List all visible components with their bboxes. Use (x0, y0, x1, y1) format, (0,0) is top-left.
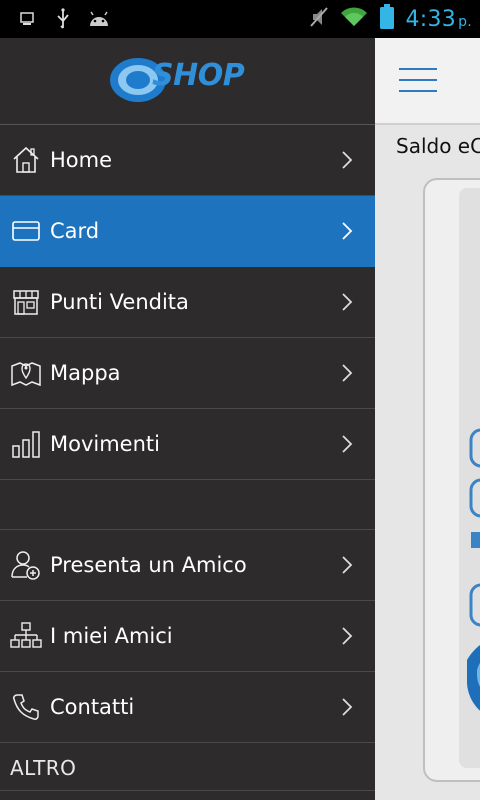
chevron-right-icon (342, 364, 353, 382)
chevron-right-icon (342, 698, 353, 716)
battery-icon (379, 4, 395, 34)
menu-item-mappa[interactable]: Mappa (0, 338, 375, 409)
menu-item-label: Movimenti (50, 432, 160, 456)
menu-item-label: Punti Vendita (50, 290, 189, 314)
section-divider (0, 790, 375, 791)
menu-item-home[interactable]: Home (0, 125, 375, 196)
clock-ampm: p. (458, 13, 472, 30)
menu-item-card[interactable]: Card (0, 196, 375, 267)
home-icon (10, 144, 42, 176)
menu-icon[interactable] (399, 68, 437, 92)
chevron-right-icon (342, 435, 353, 453)
saldo-label: Saldo eC (396, 134, 480, 158)
wifi-icon (339, 6, 369, 32)
menu-item-contatti[interactable]: Contatti (0, 672, 375, 743)
chevron-right-icon (342, 627, 353, 645)
bar-chart-icon (10, 428, 42, 460)
chevron-right-icon (342, 222, 353, 240)
navigation-drawer: SHOP Home Card Punti Vendita Mappa Movim… (0, 38, 375, 800)
menu-item-miei-amici[interactable]: I miei Amici (0, 601, 375, 672)
android-icon (88, 8, 110, 30)
drawer-header: SHOP (0, 38, 375, 125)
clock: 4:33 p. (405, 7, 472, 32)
usb-icon (52, 8, 74, 30)
menu-item-label: Home (50, 148, 113, 172)
menu-item-label: Card (50, 219, 100, 243)
card-icon (10, 215, 42, 247)
chevron-right-icon (342, 293, 353, 311)
menu-item-label: Mappa (50, 361, 121, 385)
network-icon (10, 620, 42, 652)
status-bar: 4:33 p. (0, 0, 480, 38)
menu-item-presenta-amico[interactable]: Presenta un Amico (0, 530, 375, 601)
menu-item-punti-vendita[interactable]: Punti Vendita (0, 267, 375, 338)
chevron-right-icon (342, 556, 353, 574)
phone-icon (10, 691, 42, 723)
map-icon (10, 357, 42, 389)
add-user-icon (10, 549, 42, 581)
storage-icon (16, 8, 38, 30)
menu-item-movimenti[interactable]: Movimenti (0, 409, 375, 480)
store-icon (10, 286, 42, 318)
logo-text: SHOP (152, 58, 245, 93)
menu-item-label: I miei Amici (50, 624, 173, 648)
chevron-right-icon (342, 151, 353, 169)
card-logo-icon (467, 428, 480, 711)
clock-time: 4:33 (405, 6, 457, 32)
menu-spacer (0, 480, 375, 530)
main-content: Saldo eC (375, 38, 480, 800)
top-app-bar (375, 38, 480, 125)
menu-item-label: Presenta un Amico (50, 553, 247, 577)
mute-icon (309, 6, 329, 32)
eshop-logo: SHOP (108, 52, 268, 110)
card-image (423, 178, 480, 782)
section-header-altro: ALTRO (10, 756, 77, 780)
menu-item-label: Contatti (50, 695, 135, 719)
